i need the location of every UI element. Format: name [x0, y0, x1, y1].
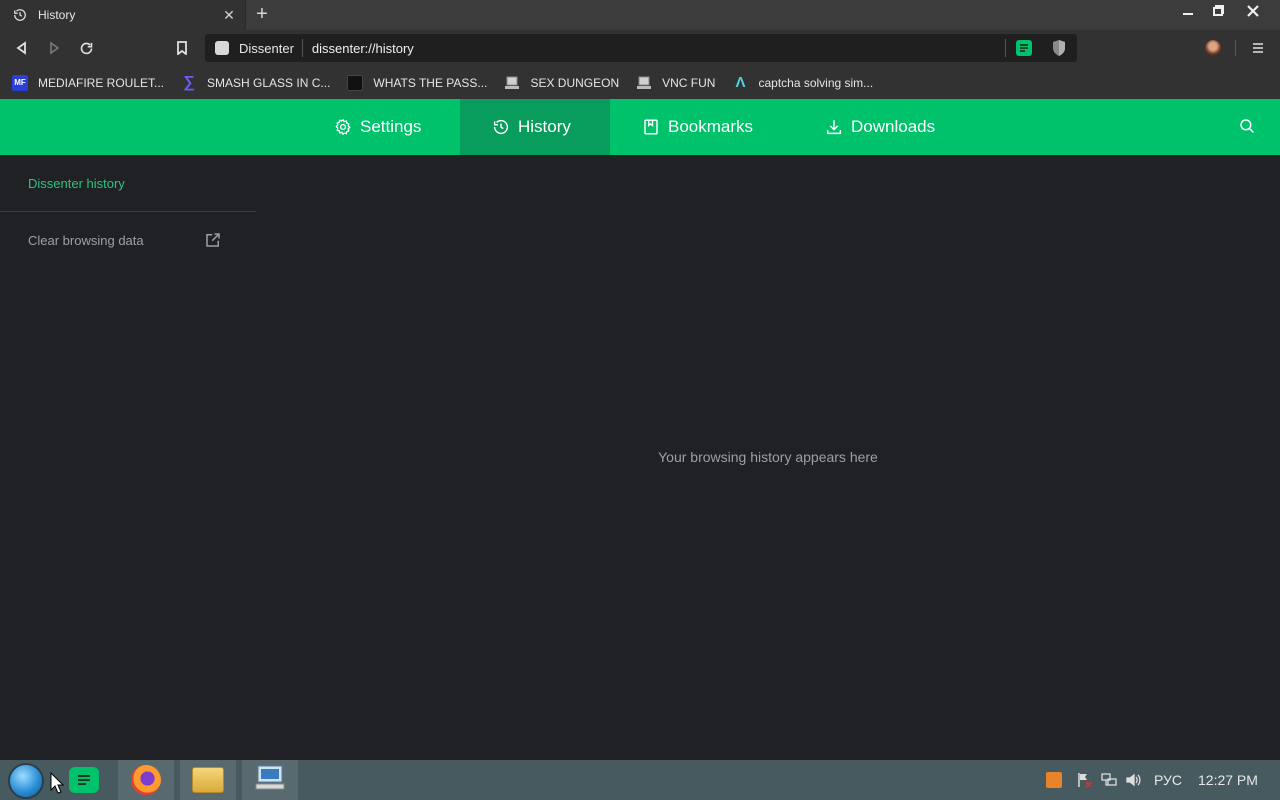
- mediafire-icon: MF: [12, 74, 28, 91]
- dissenter-app-icon: [69, 767, 99, 793]
- bookmarks-bar: MF MEDIAFIRE ROULET... ∑ SMASH GLASS IN …: [0, 66, 1280, 99]
- menu-button[interactable]: [1248, 38, 1268, 58]
- bookmark-label: SMASH GLASS IN C...: [207, 75, 331, 90]
- dark-square-icon: [347, 74, 364, 91]
- taskbar-app-explorer[interactable]: [180, 760, 236, 800]
- bookmark-label: captcha solving sim...: [758, 75, 874, 90]
- reload-button[interactable]: [76, 38, 96, 58]
- bookmark-label: WHATS THE PASS...: [373, 75, 488, 90]
- tray-app-icon[interactable]: [1046, 760, 1062, 800]
- back-button[interactable]: [12, 38, 32, 58]
- language-indicator[interactable]: РУС: [1154, 760, 1182, 800]
- sigma-icon: ∑: [183, 73, 195, 91]
- history-sidebar: Dissenter history Clear browsing data: [0, 155, 256, 760]
- maximize-button[interactable]: [1201, 0, 1235, 22]
- os-taskbar: РУС 12:27 PM: [0, 760, 1280, 800]
- dissenter-page-icon: [215, 41, 229, 55]
- site-info[interactable]: Dissenter: [205, 39, 303, 57]
- start-button[interactable]: [8, 763, 44, 799]
- history-icon: [492, 118, 510, 136]
- tab-label: Bookmarks: [668, 117, 754, 136]
- history-icon: [12, 7, 28, 23]
- tab-label: History: [518, 117, 571, 136]
- clear-browsing-data-link[interactable]: Clear browsing data: [28, 233, 144, 248]
- tab-downloads[interactable]: Downloads: [793, 99, 967, 155]
- site-name: Dissenter: [239, 40, 294, 56]
- firefox-icon: [131, 765, 161, 795]
- mouse-cursor-icon: [50, 771, 65, 794]
- bookmark-item[interactable]: WHATS THE PASS...: [347, 74, 488, 91]
- computer-icon: [636, 75, 652, 91]
- omnibox-divider: [301, 39, 303, 57]
- tab-settings[interactable]: Settings: [302, 99, 453, 155]
- minimize-button[interactable]: [1171, 0, 1205, 22]
- computer-icon: [254, 764, 286, 797]
- folder-icon: [192, 767, 224, 793]
- bookmark-icon: [642, 118, 660, 136]
- tab-close-icon[interactable]: ✕: [221, 7, 237, 23]
- computer-icon: [504, 75, 520, 91]
- bookmark-item[interactable]: VNC FUN: [636, 75, 715, 91]
- forward-button[interactable]: [44, 38, 64, 58]
- tab-label: Downloads: [851, 117, 936, 136]
- lambda-icon: Λ: [735, 74, 746, 91]
- address-bar[interactable]: Dissenter dissenter://history: [205, 34, 1077, 62]
- new-tab-button[interactable]: +: [252, 4, 272, 25]
- omnibox-divider: [1005, 39, 1006, 57]
- network-icon[interactable]: [1101, 760, 1117, 800]
- toolbar-divider: [1235, 40, 1236, 56]
- taskbar-app-dissenter[interactable]: [56, 760, 112, 800]
- dissenter-extension-icon[interactable]: [1016, 40, 1032, 56]
- profile-avatar[interactable]: [1205, 40, 1221, 56]
- clock[interactable]: 12:27 PM: [1198, 760, 1258, 800]
- bookmark-item[interactable]: ∑ SMASH GLASS IN C...: [181, 73, 331, 91]
- browser-toolbar: Dissenter dissenter://history: [0, 30, 1280, 66]
- close-window-button[interactable]: [1236, 0, 1270, 22]
- settings-nav-bar: Settings History Bookmarks Downloads: [0, 99, 1280, 155]
- bookmark-item[interactable]: Λ captcha solving sim...: [732, 74, 874, 91]
- bookmark-page-button[interactable]: [172, 38, 192, 58]
- download-icon: [825, 118, 843, 136]
- tab-history[interactable]: History: [460, 99, 610, 155]
- volume-icon[interactable]: [1125, 760, 1141, 800]
- shield-icon[interactable]: [1051, 39, 1067, 57]
- url-text: dissenter://history: [311, 40, 414, 56]
- tab-strip: History ✕ +: [0, 0, 1280, 30]
- tab-bookmarks[interactable]: Bookmarks: [610, 99, 785, 155]
- bookmark-item[interactable]: SEX DUNGEON: [504, 75, 619, 91]
- taskbar-app-firefox[interactable]: [118, 760, 174, 800]
- tab-title: History: [38, 8, 76, 22]
- gear-icon: [334, 118, 352, 136]
- tab-label: Settings: [360, 117, 422, 136]
- action-center-flag-icon[interactable]: [1076, 760, 1092, 800]
- empty-history-message: Your browsing history appears here: [658, 449, 878, 465]
- taskbar-app-remote[interactable]: [242, 760, 298, 800]
- sidebar-divider: [0, 211, 256, 212]
- bookmark-label: SEX DUNGEON: [530, 75, 620, 90]
- bookmark-label: MEDIAFIRE ROULET...: [38, 75, 165, 90]
- bookmark-item[interactable]: MF MEDIAFIRE ROULET...: [12, 74, 165, 91]
- external-link-icon[interactable]: [204, 231, 222, 249]
- browser-tab-history[interactable]: History ✕: [0, 0, 246, 30]
- sidebar-item-dissenter-history[interactable]: Dissenter history: [28, 176, 125, 191]
- bookmark-label: VNC FUN: [662, 75, 716, 90]
- search-icon[interactable]: [1238, 117, 1258, 137]
